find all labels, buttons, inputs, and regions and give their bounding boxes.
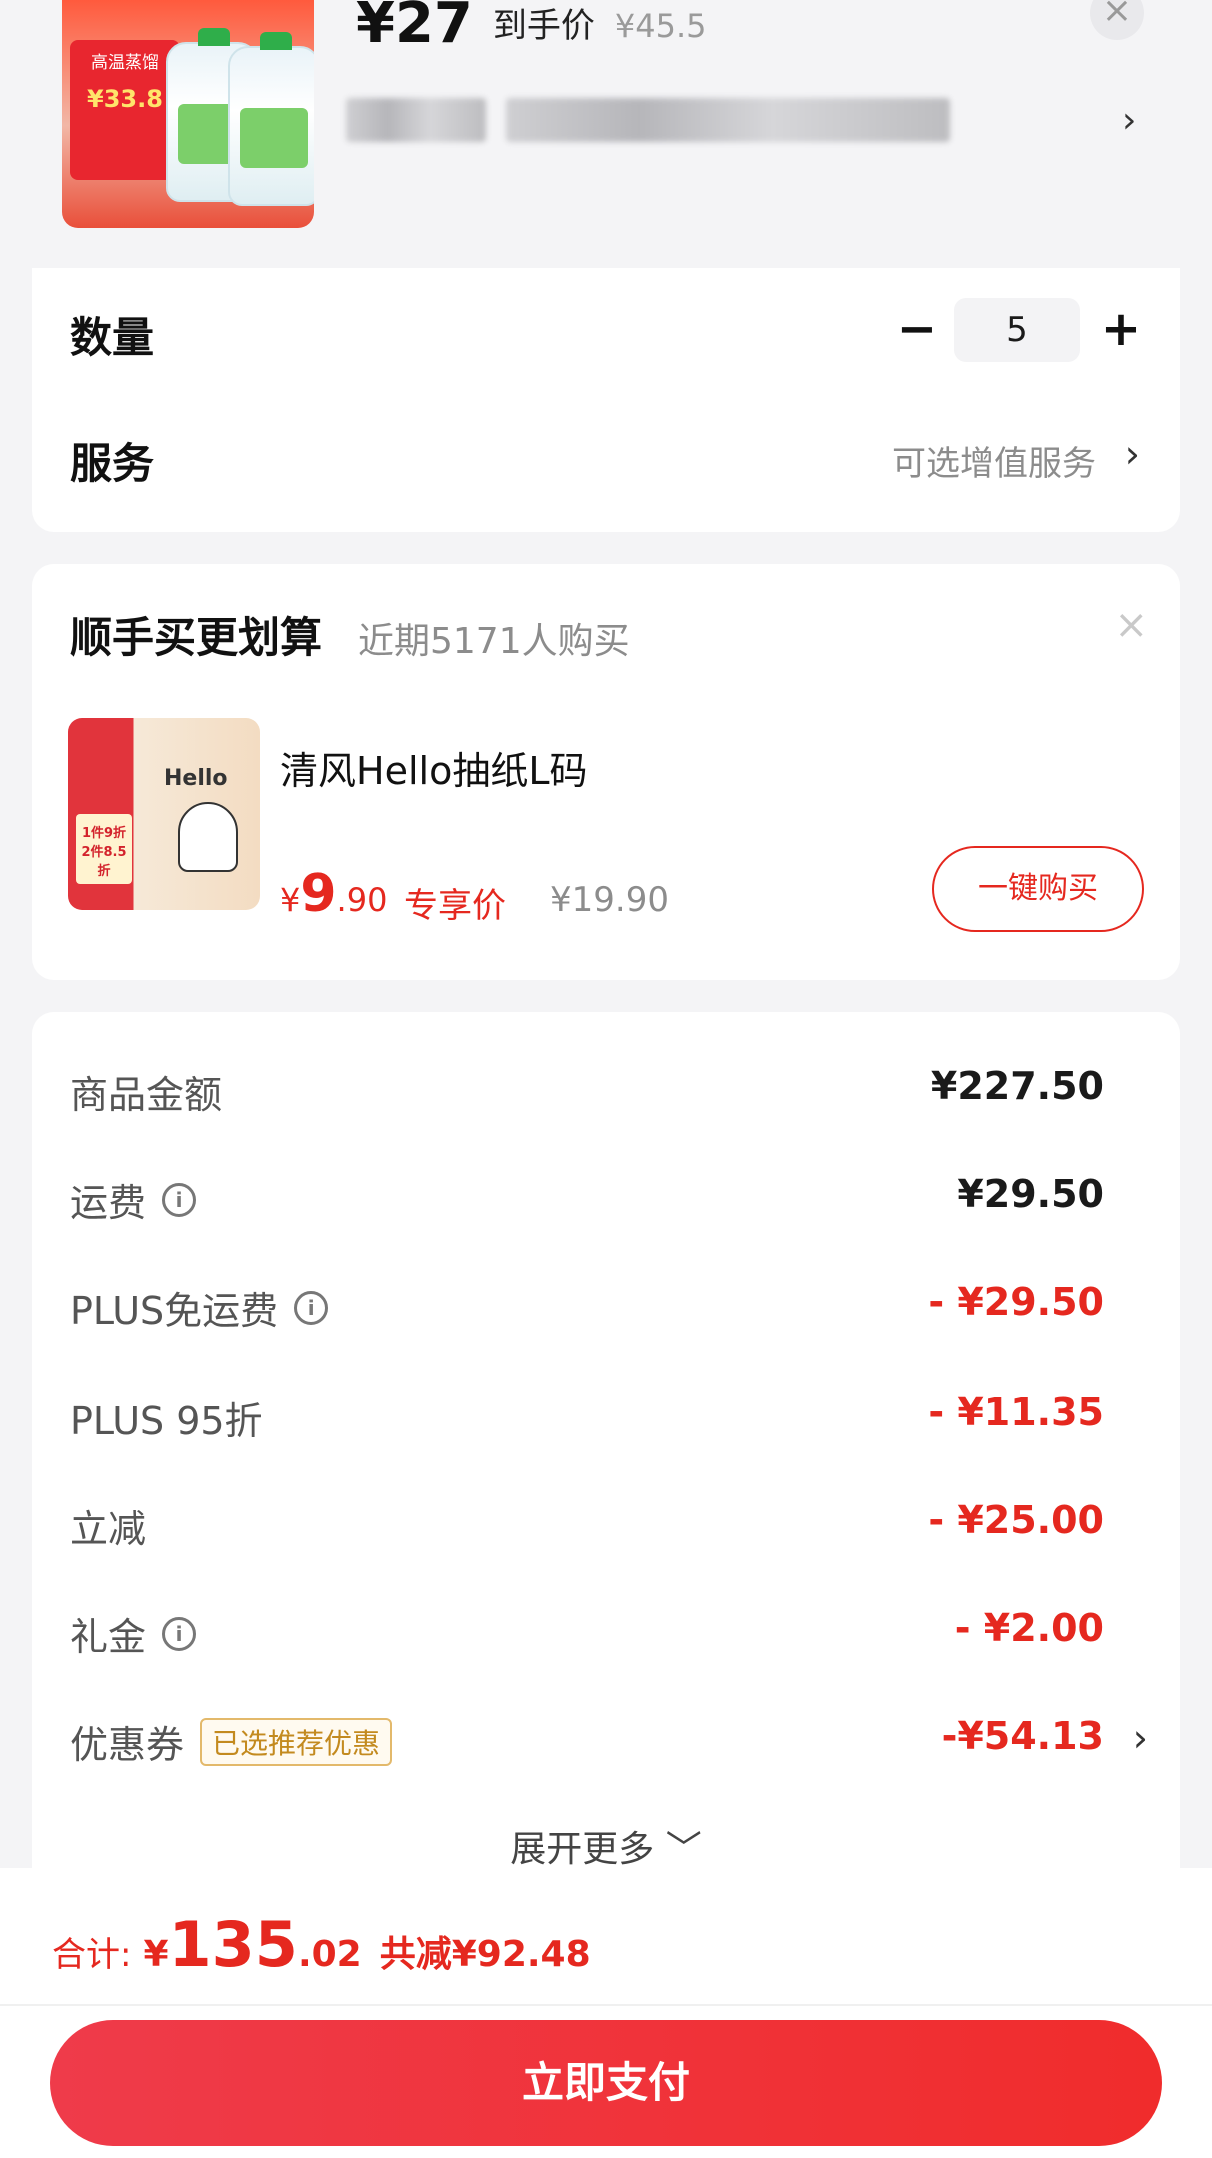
fee-row-coupon[interactable]: 优惠券 已选推荐优惠 -¥54.13 › xyxy=(70,1714,1148,1774)
fee-label: 商品金额 xyxy=(70,1073,223,1117)
bundle-price: ¥ 9 .90 xyxy=(280,864,387,924)
chevron-right-icon[interactable]: › xyxy=(1122,100,1136,141)
product-price-row: ¥27 到手价 ¥45.5 xyxy=(356,0,707,56)
fee-label: 运费 xyxy=(70,1181,147,1225)
bundle-price-tag: 专享价 xyxy=(404,886,506,926)
total-saved: 共减¥92.48 xyxy=(379,1934,591,1975)
fee-row-plus-discount: PLUS 95折 - ¥11.35 xyxy=(70,1390,1104,1450)
close-icon[interactable]: × xyxy=(1090,0,1144,40)
fee-value: - ¥25.00 xyxy=(928,1498,1104,1542)
total-integer: 135 xyxy=(168,1908,298,1981)
quantity-service-card: 数量 − 5 + 服务 可选增值服务 › xyxy=(32,268,1180,532)
bundle-product-name[interactable]: 清风Hello抽纸L码 xyxy=(280,740,588,795)
fee-breakdown-card: 商品金额 ¥227.50 运费 i ¥29.50 PLUS免运费 i - ¥29.5… xyxy=(32,1012,1180,1872)
bundle-original-price: ¥19.90 xyxy=(550,880,669,920)
quantity-label: 数量 xyxy=(70,313,155,362)
fee-label: PLUS免运费 xyxy=(70,1289,279,1333)
cat-illustration xyxy=(178,802,238,872)
thumbnail-badge-price: ¥33.8 xyxy=(87,85,163,113)
chevron-right-icon[interactable]: › xyxy=(1125,432,1140,476)
bundle-offer-card: 顺手买更划算 近期5171人购买 × 1件9折 2件8.5折 Hello 清风H… xyxy=(32,564,1180,980)
bundle-subtitle: 近期5171人购买 xyxy=(358,621,630,662)
total-label: 合计: xyxy=(52,1935,132,1975)
fee-label: 礼金 xyxy=(70,1615,147,1659)
fee-value: ¥227.50 xyxy=(930,1064,1104,1108)
thumbnail-badge: 高温蒸馏 ¥33.8 xyxy=(70,40,180,180)
bundle-price-integer: 9 xyxy=(300,864,337,924)
product-summary: 高温蒸馏 ¥33.8 ¥27 到手价 ¥45.5 × › xyxy=(0,0,1212,268)
info-icon[interactable]: i xyxy=(162,1182,197,1217)
quantity-plus-button[interactable]: + xyxy=(1096,300,1146,360)
close-icon[interactable]: × xyxy=(1114,602,1148,648)
fee-row-goods: 商品金额 ¥227.50 xyxy=(70,1064,1104,1124)
fee-row-plus-free-shipping: PLUS免运费 i - ¥29.50 xyxy=(70,1280,1104,1340)
total-currency: ¥ xyxy=(143,1934,169,1975)
product-price-label: 到手价 xyxy=(492,6,595,46)
fee-label: 优惠券 xyxy=(70,1723,185,1767)
coupon-value[interactable]: -¥54.13 xyxy=(942,1714,1104,1758)
info-icon[interactable]: i xyxy=(162,1616,197,1651)
bundle-price-currency: ¥ xyxy=(280,881,301,919)
coupon-badge: 已选推荐优惠 xyxy=(200,1717,393,1766)
bundle-thumb-hello: Hello xyxy=(164,766,228,791)
fee-row-instant-discount: 立减 - ¥25.00 xyxy=(70,1498,1104,1558)
product-original-price: ¥45.5 xyxy=(614,7,707,45)
fee-value: - ¥11.35 xyxy=(928,1390,1104,1434)
expand-more-button[interactable]: 展开更多 ﹀ xyxy=(32,1820,1180,1872)
service-option-link[interactable]: 可选增值服务 xyxy=(892,436,1096,485)
checkout-bottom-bar: 合计: ¥ 135 .02 共减¥92.48 立即支付 xyxy=(0,1868,1212,2158)
bottle-image xyxy=(228,32,314,206)
bundle-title: 顺手买更划算 xyxy=(70,613,323,662)
quantity-stepper[interactable]: 5 xyxy=(954,298,1080,362)
divider xyxy=(0,2004,1212,2006)
bundle-thumb-tag: 1件9折 2件8.5折 xyxy=(76,814,132,884)
bundle-product-image[interactable]: 1件9折 2件8.5折 Hello xyxy=(68,718,260,910)
thumbnail-badge-title: 高温蒸馏 xyxy=(91,53,159,73)
bundle-price-decimal: .90 xyxy=(336,881,388,919)
fee-label: PLUS 95折 xyxy=(70,1399,263,1443)
fee-row-shipping: 运费 i ¥29.50 xyxy=(70,1172,1104,1232)
fee-value: - ¥2.00 xyxy=(954,1606,1104,1650)
checkout-page: 高温蒸馏 ¥33.8 ¥27 到手价 ¥45.5 × › 数量 − 5 + 服务… xyxy=(0,0,1212,2158)
total-decimal: .02 xyxy=(297,1934,362,1975)
fee-value: - ¥29.50 xyxy=(928,1280,1104,1324)
service-label: 服务 xyxy=(70,439,155,488)
product-thumbnail[interactable]: 高温蒸馏 ¥33.8 xyxy=(62,0,314,228)
blurred-spec-text xyxy=(346,98,486,142)
fee-value: ¥29.50 xyxy=(957,1172,1104,1216)
total-summary: 合计: ¥ 135 .02 共减¥92.48 xyxy=(52,1908,591,1981)
product-price: ¥27 xyxy=(356,0,473,56)
fee-row-gift-money: 礼金 i - ¥2.00 xyxy=(70,1606,1104,1666)
quantity-minus-button[interactable]: − xyxy=(892,300,942,360)
chevron-right-icon[interactable]: › xyxy=(1133,1716,1148,1760)
one-click-buy-button[interactable]: 一键购买 xyxy=(932,846,1144,932)
pay-now-button[interactable]: 立即支付 xyxy=(50,2020,1162,2146)
fee-label: 立减 xyxy=(70,1507,147,1551)
blurred-spec-text xyxy=(506,98,950,142)
info-icon[interactable]: i xyxy=(294,1290,329,1325)
